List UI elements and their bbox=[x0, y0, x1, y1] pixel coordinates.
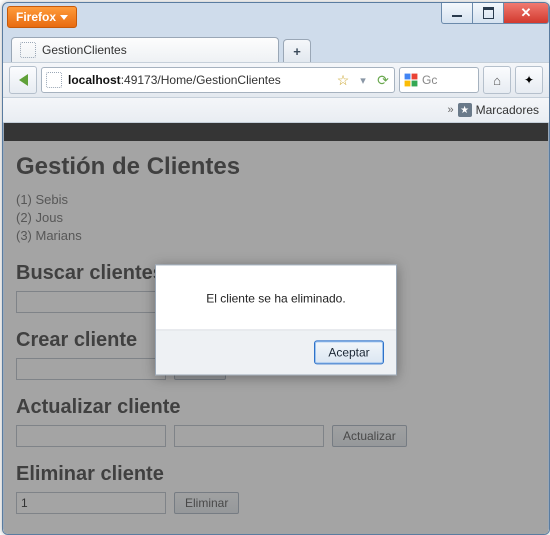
dropdown-history-icon[interactable]: ▾ bbox=[356, 73, 370, 87]
dropdown-triangle-icon bbox=[60, 15, 68, 20]
url-bar[interactable]: localhost:49173/Home/GestionClientes ☆ ▾… bbox=[41, 67, 395, 93]
url-port: :49173 bbox=[121, 73, 158, 87]
page-viewport: Gestión de Clientes (1) Sebis (2) Jous (… bbox=[3, 123, 549, 535]
navigation-toolbar: localhost:49173/Home/GestionClientes ☆ ▾… bbox=[3, 62, 549, 98]
overflow-chevron-icon[interactable]: » bbox=[448, 104, 454, 116]
search-placeholder: Gc bbox=[422, 73, 437, 87]
reload-icon[interactable]: ⟳ bbox=[376, 73, 390, 87]
window-controls: ✕ bbox=[441, 3, 549, 24]
tab-title: GestionClientes bbox=[42, 43, 127, 57]
firefox-window: Firefox ✕ GestionClientes + bbox=[2, 2, 550, 535]
search-box[interactable]: Gc bbox=[399, 67, 479, 93]
bookmarks-label[interactable]: Marcadores bbox=[476, 103, 539, 117]
page-icon bbox=[20, 42, 36, 58]
window-maximize-button[interactable] bbox=[473, 3, 504, 24]
alert-message: El cliente se ha eliminado. bbox=[156, 265, 396, 329]
new-tab-button[interactable]: + bbox=[283, 39, 311, 62]
addon-button[interactable]: ✦ bbox=[515, 66, 543, 94]
site-identity-icon bbox=[46, 72, 62, 88]
firefox-menu-button[interactable]: Firefox bbox=[7, 6, 77, 28]
url-host: localhost bbox=[68, 73, 121, 87]
plus-icon: + bbox=[293, 44, 301, 59]
url-text: localhost:49173/Home/GestionClientes bbox=[68, 73, 330, 87]
browser-tab[interactable]: GestionClientes bbox=[11, 37, 279, 62]
minimize-icon bbox=[452, 15, 462, 17]
alert-ok-button[interactable]: Aceptar bbox=[314, 340, 384, 364]
home-icon: ⌂ bbox=[493, 73, 501, 88]
alert-footer: Aceptar bbox=[156, 329, 396, 374]
alert-dialog: El cliente se ha eliminado. Aceptar bbox=[155, 264, 397, 375]
tab-strip: GestionClientes + bbox=[3, 34, 549, 62]
puzzle-icon: ✦ bbox=[524, 73, 534, 87]
back-button[interactable] bbox=[9, 66, 37, 94]
close-icon: ✕ bbox=[521, 5, 532, 21]
window-close-button[interactable]: ✕ bbox=[504, 3, 549, 24]
bookmarks-toolbar: » ★ Marcadores bbox=[3, 98, 549, 123]
url-path: /Home/GestionClientes bbox=[157, 73, 280, 87]
maximize-icon bbox=[483, 7, 494, 19]
bookmarks-icon[interactable]: ★ bbox=[458, 103, 472, 117]
window-minimize-button[interactable] bbox=[441, 3, 473, 24]
bookmark-star-icon[interactable]: ☆ bbox=[336, 73, 350, 87]
arrow-left-icon bbox=[19, 74, 28, 86]
window-titlebar: Firefox ✕ bbox=[3, 3, 549, 34]
home-button[interactable]: ⌂ bbox=[483, 66, 511, 94]
firefox-menu-label: Firefox bbox=[16, 10, 56, 24]
google-icon bbox=[404, 73, 418, 87]
